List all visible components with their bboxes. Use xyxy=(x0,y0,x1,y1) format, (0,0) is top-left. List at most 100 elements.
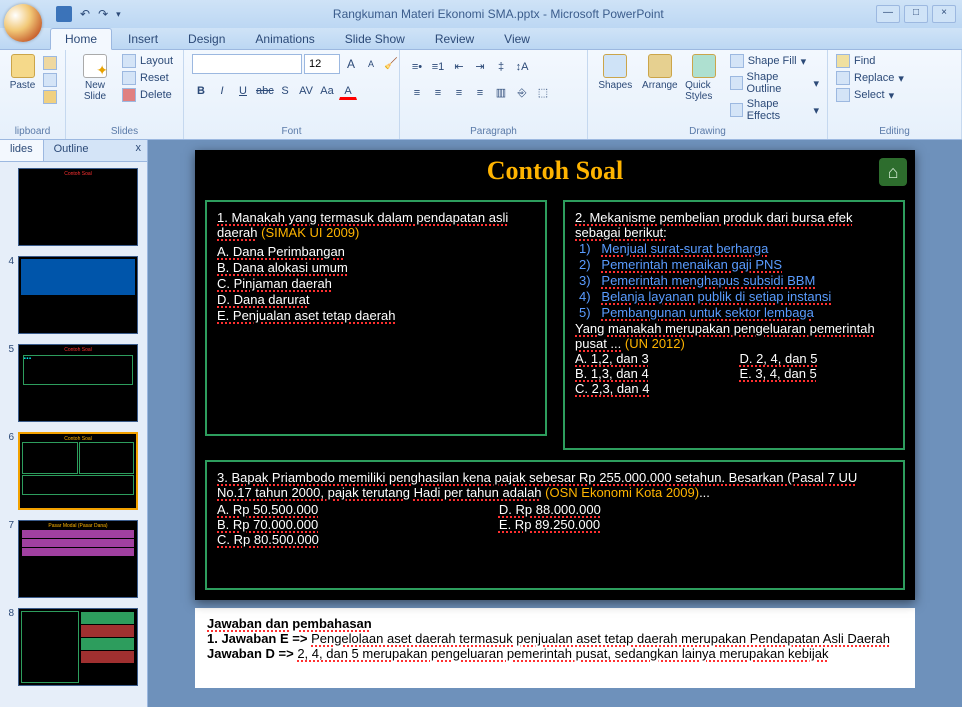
q2-source: (UN 2012) xyxy=(625,336,685,351)
align-text-button[interactable]: ⎆ xyxy=(513,84,531,102)
q1-opt: D. Dana darurat xyxy=(217,292,310,307)
grow-font-button[interactable]: A xyxy=(342,55,360,73)
slide-thumbnail[interactable]: Pasar Modal (Pasar Dana) xyxy=(18,520,138,598)
decrease-indent-button[interactable]: ⇤ xyxy=(450,58,468,76)
clear-formatting-icon[interactable]: 🧹 xyxy=(382,55,400,73)
office-button[interactable] xyxy=(4,4,42,42)
slide-canvas[interactable]: Contoh Soal 1. Manakah yang termasuk dal… xyxy=(195,150,915,600)
increase-indent-button[interactable]: ⇥ xyxy=(471,58,489,76)
arrange-icon xyxy=(648,54,672,78)
thumb-number: 5 xyxy=(4,344,14,422)
new-slide-button[interactable]: ✦ New Slide xyxy=(74,54,116,102)
q2-ask: Yang manakah merupakan pengeluaran pemer… xyxy=(575,321,875,351)
slide-thumbnail-current[interactable]: Contoh Soal xyxy=(18,432,138,510)
shape-fill-button[interactable]: Shape Fill ▾ xyxy=(730,54,819,68)
q2-opt: E. 3, 4, dan 5 xyxy=(739,366,817,381)
slide-thumbnail[interactable]: Contoh Soal xyxy=(18,168,138,246)
underline-button[interactable]: U xyxy=(234,82,252,100)
q2-item: Pembangunan untuk sektor lembaga xyxy=(601,305,813,320)
redo-icon[interactable]: ↷ xyxy=(98,7,108,21)
justify-button[interactable]: ≡ xyxy=(471,84,489,102)
paste-icon xyxy=(11,54,35,78)
strike-button[interactable]: abc xyxy=(255,82,273,100)
group-paragraph-label: Paragraph xyxy=(408,124,579,139)
notes-pane[interactable]: Jawaban dan pembahasan 1. Jawaban E => P… xyxy=(195,608,915,688)
question-box-2[interactable]: 2. Mekanisme pembelian produk dari bursa… xyxy=(563,200,905,450)
save-icon[interactable] xyxy=(56,6,72,22)
arrange-button[interactable]: Arrange xyxy=(641,54,680,91)
align-center-button[interactable]: ≡ xyxy=(429,84,447,102)
select-button[interactable]: Select ▾ xyxy=(836,88,904,102)
font-family-select[interactable] xyxy=(192,54,302,74)
q2-item: Pemerintah menghapus subsidi BBM xyxy=(601,273,815,288)
change-case-button[interactable]: Aa xyxy=(318,82,336,100)
q2-opt: B. 1,3, dan 4 xyxy=(575,366,649,381)
tab-insert[interactable]: Insert xyxy=(114,29,172,49)
slide-title[interactable]: Contoh Soal xyxy=(195,150,915,186)
shadow-button[interactable]: S xyxy=(276,82,294,100)
tab-design[interactable]: Design xyxy=(174,29,239,49)
columns-button[interactable]: ▥ xyxy=(492,84,510,102)
notes-heading: Jawaban dan pembahasan xyxy=(207,616,903,631)
slide-thumbnail[interactable] xyxy=(18,256,138,334)
q3-stem: 3. Bapak Priambodo memiliki penghasilan … xyxy=(217,470,857,500)
shape-effects-button[interactable]: Shape Effects ▾ xyxy=(730,98,819,122)
thumb-number: 4 xyxy=(4,256,14,334)
shapes-button[interactable]: Shapes xyxy=(596,54,635,91)
maximize-button[interactable]: □ xyxy=(904,5,928,23)
slide-thumbnails[interactable]: Contoh Soal 4 5Contoh Soal■ ■ ■ 6Contoh … xyxy=(0,162,147,707)
thumb-number: 8 xyxy=(4,608,14,686)
minimize-button[interactable]: — xyxy=(876,5,900,23)
tab-slideshow[interactable]: Slide Show xyxy=(331,29,419,49)
reset-button[interactable]: Reset xyxy=(122,71,173,85)
font-color-button[interactable]: A xyxy=(339,82,357,100)
close-button[interactable]: × xyxy=(932,5,956,23)
tab-animations[interactable]: Animations xyxy=(241,29,328,49)
group-slides-label: Slides xyxy=(74,124,175,139)
align-left-button[interactable]: ≡ xyxy=(408,84,426,102)
shapes-icon xyxy=(603,54,627,78)
quick-access-toolbar: ↶ ↷ ▾ xyxy=(56,6,121,22)
shape-effects-icon xyxy=(730,103,743,117)
italic-button[interactable]: I xyxy=(213,82,231,100)
slide-thumbnail[interactable] xyxy=(18,608,138,686)
replace-button[interactable]: Replace ▾ xyxy=(836,71,904,85)
char-spacing-button[interactable]: AV xyxy=(297,82,315,100)
q2-item: Pemerintah menaikan gaji PNS xyxy=(601,257,782,272)
tab-review[interactable]: Review xyxy=(421,29,488,49)
slide-thumbnail[interactable]: Contoh Soal■ ■ ■ xyxy=(18,344,138,422)
delete-button[interactable]: Delete xyxy=(122,88,173,102)
quick-styles-button[interactable]: Quick Styles xyxy=(685,54,724,102)
panel-close-button[interactable]: x xyxy=(130,140,148,161)
bullets-button[interactable]: ≡• xyxy=(408,58,426,76)
slide-editor[interactable]: Contoh Soal 1. Manakah yang termasuk dal… xyxy=(148,140,962,707)
undo-icon[interactable]: ↶ xyxy=(80,7,90,21)
question-box-1[interactable]: 1. Manakah yang termasuk dalam pendapata… xyxy=(205,200,547,436)
q1-opt: C. Pinjaman daerah xyxy=(217,276,332,291)
q3-opt: B. Rp 70.000.000 xyxy=(217,517,319,532)
layout-icon xyxy=(122,54,136,68)
font-size-select[interactable] xyxy=(304,54,340,74)
group-clipboard-label: lipboard xyxy=(8,124,57,139)
home-icon[interactable] xyxy=(879,158,907,186)
align-right-button[interactable]: ≡ xyxy=(450,84,468,102)
bold-button[interactable]: B xyxy=(192,82,210,100)
numbering-button[interactable]: ≡1 xyxy=(429,58,447,76)
tab-home[interactable]: Home xyxy=(50,28,112,50)
find-button[interactable]: Find xyxy=(836,54,904,68)
smartart-button[interactable]: ⬚ xyxy=(534,84,552,102)
slides-tab[interactable]: lides xyxy=(0,140,44,161)
text-direction-button[interactable]: ↕A xyxy=(513,58,531,76)
copy-icon[interactable] xyxy=(43,73,57,87)
shrink-font-button[interactable]: A xyxy=(362,55,380,73)
shape-outline-button[interactable]: Shape Outline ▾ xyxy=(730,71,819,95)
layout-button[interactable]: Layout xyxy=(122,54,173,68)
q2-item: Belanja layanan publik di setiap instans… xyxy=(601,289,831,304)
paste-button[interactable]: Paste xyxy=(8,54,37,91)
line-spacing-button[interactable]: ‡ xyxy=(492,58,510,76)
cut-icon[interactable] xyxy=(43,56,57,70)
format-painter-icon[interactable] xyxy=(43,90,57,104)
question-box-3[interactable]: 3. Bapak Priambodo memiliki penghasilan … xyxy=(205,460,905,590)
outline-tab[interactable]: Outline xyxy=(44,140,99,161)
tab-view[interactable]: View xyxy=(490,29,544,49)
